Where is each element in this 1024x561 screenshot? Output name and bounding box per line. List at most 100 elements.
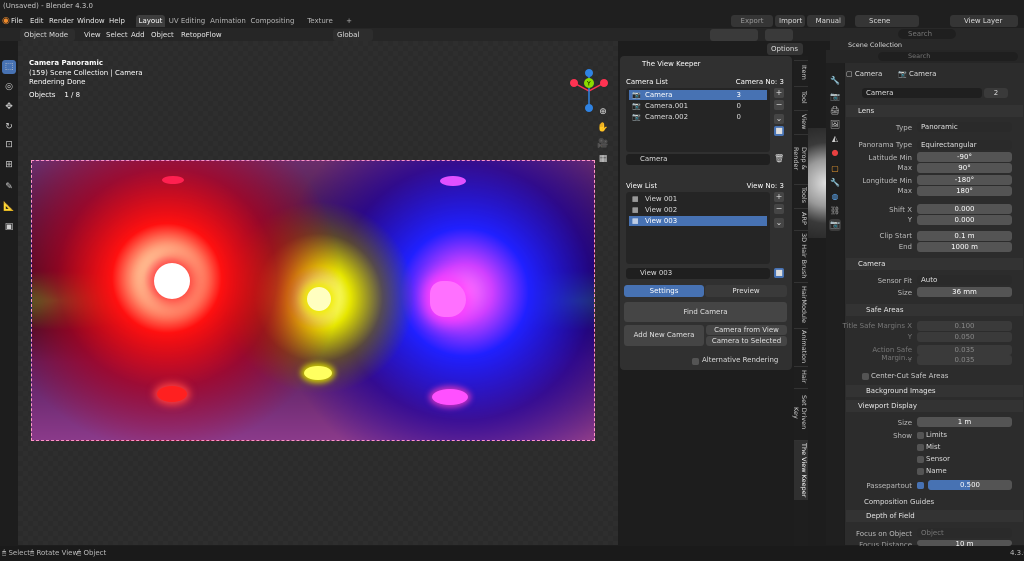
- add-cube-icon[interactable]: ▣: [2, 220, 16, 234]
- export-button[interactable]: Export: [731, 15, 773, 27]
- clip-start-field[interactable]: 0.1 m: [917, 231, 1012, 241]
- camera-data-tab-icon[interactable]: 📷: [829, 219, 841, 231]
- display-size-field[interactable]: 1 m: [917, 417, 1012, 427]
- constraints-tab-icon[interactable]: ⛓: [829, 205, 841, 217]
- breadcrumb-object[interactable]: ▢ Camera: [846, 70, 882, 78]
- title-safe-x-field[interactable]: 0.100: [917, 321, 1012, 331]
- mist-label[interactable]: Mist: [926, 443, 940, 451]
- tab-hairmodule[interactable]: HairModule: [794, 282, 808, 326]
- list-item-camera-001[interactable]: 📷 Camera.001 0: [629, 101, 767, 111]
- tab-preview[interactable]: Preview: [705, 285, 787, 297]
- add-camera-button[interactable]: +: [774, 88, 784, 98]
- view-layer-tab-icon[interactable]: 🖼: [829, 119, 841, 131]
- tab-uv-editing[interactable]: UV Editing: [168, 15, 206, 27]
- action-safe-y-field[interactable]: 0.035: [917, 355, 1012, 365]
- tab-compositing[interactable]: Compositing: [250, 15, 295, 27]
- name-checkbox[interactable]: [917, 468, 924, 475]
- type-dropdown[interactable]: Panoramic: [917, 122, 1012, 132]
- remove-camera-button[interactable]: −: [774, 100, 784, 110]
- add-menu[interactable]: Add: [131, 29, 145, 41]
- latitude-min-field[interactable]: -90°: [917, 152, 1012, 162]
- camera-down-button[interactable]: ⌄: [774, 114, 784, 124]
- tab-layout[interactable]: Layout: [136, 15, 165, 27]
- composition-guides-toggle[interactable]: Composition Guides: [864, 498, 934, 506]
- sensor-fit-dropdown[interactable]: Auto: [917, 275, 1012, 285]
- sensor-label[interactable]: Sensor: [926, 455, 950, 463]
- action-safe-x-field[interactable]: 0.035: [917, 345, 1012, 355]
- list-item-view-003[interactable]: ▦ View 003: [629, 216, 767, 226]
- longitude-max-field[interactable]: 180°: [917, 186, 1012, 196]
- select-box-icon[interactable]: ⬚: [2, 60, 16, 74]
- menu-window[interactable]: Window: [77, 15, 105, 27]
- render-tab-icon[interactable]: 📷: [829, 91, 841, 103]
- camera-list[interactable]: 📷 Camera 3 📷 Camera.001 0 📷 Camera.002 0: [626, 88, 770, 152]
- menu-help[interactable]: Help: [109, 15, 125, 27]
- name-label[interactable]: Name: [926, 467, 947, 475]
- modifier-tab-icon[interactable]: 🔧: [829, 177, 841, 189]
- view-list[interactable]: ▦ View 001 ▦ View 002 ▦ View 003: [626, 192, 770, 264]
- breadcrumb-data[interactable]: 📷 Camera: [898, 70, 936, 78]
- mist-checkbox[interactable]: [917, 444, 924, 451]
- camera-panel-header[interactable]: Camera: [846, 258, 1023, 270]
- camera-to-selected-button[interactable]: Camera to Selected: [706, 336, 787, 346]
- tab-the-view-keeper[interactable]: The View Keeper: [794, 440, 808, 500]
- annotate-icon[interactable]: ✎: [2, 180, 16, 194]
- user-count[interactable]: 2: [984, 88, 1008, 98]
- tab-item[interactable]: Item: [794, 60, 808, 84]
- pan-hand-icon[interactable]: ✋: [597, 122, 609, 134]
- properties-search[interactable]: Search: [878, 52, 1018, 61]
- add-workspace-button[interactable]: +: [345, 15, 353, 27]
- background-images-panel-header[interactable]: Background Images: [846, 385, 1023, 397]
- tab-tool[interactable]: Tool: [794, 86, 808, 108]
- view-field[interactable]: View 003: [626, 268, 770, 279]
- tab-animation[interactable]: Animation: [794, 328, 808, 364]
- find-camera-button[interactable]: Find Camera: [624, 302, 787, 322]
- viewport-display-panel-header[interactable]: Viewport Display: [846, 400, 1023, 412]
- physics-tab-icon[interactable]: ◍: [829, 191, 841, 203]
- rotate-icon[interactable]: ↻: [2, 120, 16, 134]
- menu-render[interactable]: Render: [49, 15, 74, 27]
- latitude-max-field[interactable]: 90°: [917, 163, 1012, 173]
- camera-from-view-button[interactable]: Camera from View: [706, 325, 787, 335]
- list-item-view-001[interactable]: ▦ View 001: [629, 194, 767, 204]
- remove-view-button[interactable]: −: [774, 204, 784, 214]
- select-menu[interactable]: Select: [106, 29, 128, 41]
- shading-buttons[interactable]: [710, 29, 758, 41]
- retopoflow-menu[interactable]: RetopoFlow: [181, 29, 222, 41]
- tab-animation[interactable]: Animation: [209, 15, 247, 27]
- shift-x-field[interactable]: 0.000: [917, 204, 1012, 214]
- menu-edit[interactable]: Edit: [30, 15, 44, 27]
- view-menu[interactable]: View: [84, 29, 101, 41]
- measure-icon[interactable]: 📐: [2, 200, 16, 214]
- world-tab-icon[interactable]: ●: [829, 147, 841, 159]
- object-menu[interactable]: Object: [151, 29, 174, 41]
- tab-view[interactable]: View: [794, 110, 808, 132]
- limits-checkbox[interactable]: [917, 432, 924, 439]
- tab-arp[interactable]: ARP: [794, 208, 808, 228]
- safe-areas-panel-header[interactable]: Safe Areas: [846, 304, 1023, 316]
- delete-camera-icon[interactable]: 🗑: [774, 154, 784, 164]
- clip-end-field[interactable]: 1000 m: [917, 242, 1012, 252]
- longitude-min-field[interactable]: -180°: [917, 175, 1012, 185]
- scale-icon[interactable]: ⊡: [2, 138, 16, 152]
- list-item-camera-002[interactable]: 📷 Camera.002 0: [629, 112, 767, 122]
- menu-file[interactable]: File: [11, 15, 23, 27]
- tab-settings[interactable]: Settings: [624, 285, 704, 297]
- sensor-checkbox[interactable]: [917, 456, 924, 463]
- transform-icon[interactable]: ⊞: [2, 158, 16, 172]
- blender-logo-icon[interactable]: ◉: [2, 15, 10, 27]
- object-tab-icon[interactable]: ▢: [829, 163, 841, 175]
- scene-collection-item[interactable]: Scene Collection: [848, 41, 902, 49]
- panorama-type-dropdown[interactable]: Equirectangular: [917, 140, 1012, 150]
- move-icon[interactable]: ✥: [2, 100, 16, 114]
- add-view-button[interactable]: +: [774, 192, 784, 202]
- sensor-size-field[interactable]: 36 mm: [917, 287, 1012, 297]
- render-controls[interactable]: [765, 29, 793, 41]
- center-cut-checkbox[interactable]: [862, 373, 869, 380]
- view-layer-selector[interactable]: View Layer: [950, 15, 1018, 27]
- shift-y-field[interactable]: 0.000: [917, 215, 1012, 225]
- view-down-button[interactable]: ⌄: [774, 218, 784, 228]
- tab-3d-hair-brush[interactable]: 3D Hair Brush: [794, 230, 808, 280]
- tab-tools[interactable]: Tools: [794, 184, 808, 206]
- output-tab-icon[interactable]: 🖨: [829, 105, 841, 117]
